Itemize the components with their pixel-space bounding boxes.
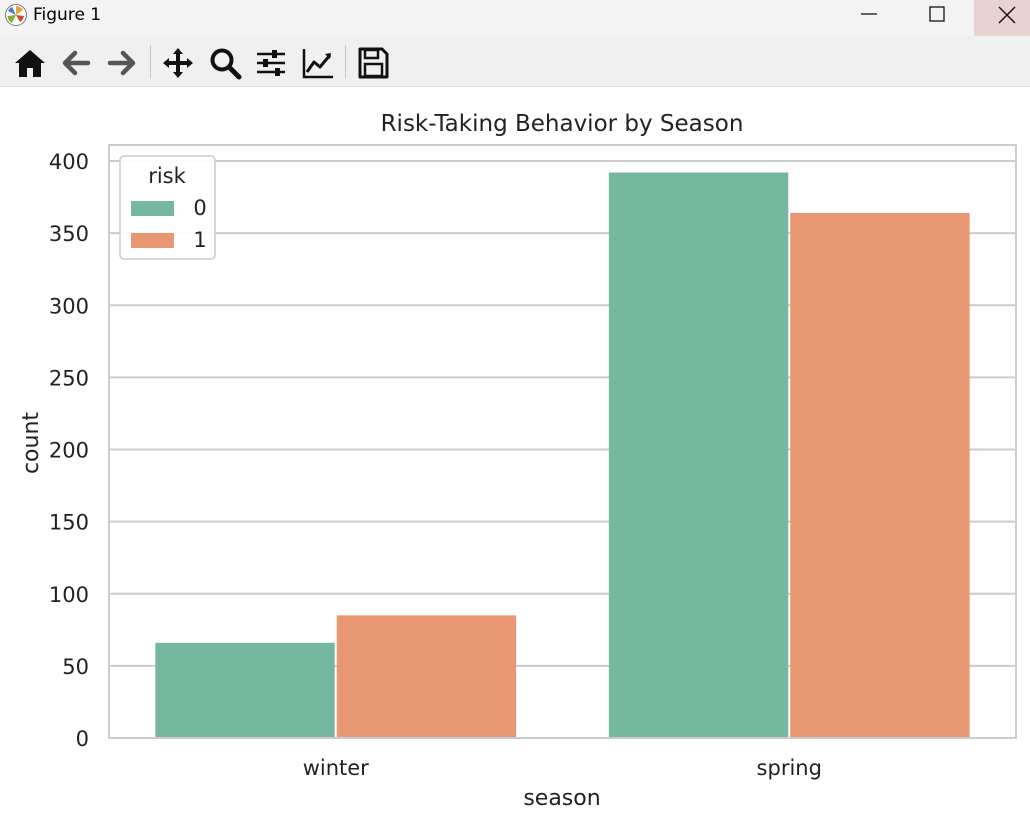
forward-button[interactable] [104, 45, 140, 81]
minimize-icon [861, 13, 877, 15]
bar-chart: 0 50 100 150 200 250 300 350 400 winter spring Ri… [19, 111, 1017, 811]
home-button[interactable] [12, 45, 48, 81]
y-tick-label: 200 [49, 439, 89, 463]
back-button[interactable] [58, 45, 94, 81]
y-tick-label: 0 [76, 727, 89, 751]
legend: risk 0 1 [119, 155, 216, 260]
y-tick-label: 50 [62, 655, 89, 679]
window-title: Figure 1 [33, 5, 102, 25]
bar-winter-risk-0 [155, 642, 335, 738]
legend-title: risk [148, 164, 186, 188]
legend-label-0: 0 [193, 196, 206, 220]
bar-winter-risk-1 [336, 615, 517, 738]
configure-subplots-button[interactable] [253, 45, 289, 81]
y-tick-label: 350 [49, 222, 89, 246]
configure-subplots-icon [257, 50, 285, 76]
y-tick-label: 150 [49, 511, 89, 535]
zoom-icon [210, 48, 242, 80]
bar-spring-risk-0 [608, 172, 789, 738]
close-icon [998, 6, 1016, 24]
save-icon [358, 47, 389, 79]
legend-label-1: 1 [193, 228, 206, 252]
y-tick-label: 300 [49, 294, 89, 318]
toolbar-separator [345, 45, 346, 79]
plot-area: 0 50 100 150 200 250 300 350 400 winter spring Ri… [0, 87, 1030, 819]
y-tick-label: 100 [49, 583, 89, 607]
edit-axis-button[interactable] [300, 45, 336, 81]
toolbar-separator [150, 45, 151, 79]
x-tick-label: winter [303, 756, 369, 780]
minimize-button[interactable] [838, 0, 900, 36]
close-button[interactable] [974, 0, 1030, 36]
y-tick-label: 400 [49, 150, 89, 174]
x-axis-label: season [523, 786, 600, 811]
maximize-icon [929, 6, 945, 22]
edit-axis-icon [302, 49, 333, 79]
x-tick-label: spring [757, 756, 822, 780]
bar-spring-risk-1 [790, 212, 970, 738]
matplotlib-logo-icon [5, 4, 27, 26]
title-bar: Figure 1 [0, 0, 1030, 36]
chart-title: Risk-Taking Behavior by Season [381, 111, 744, 137]
forward-icon [107, 50, 136, 76]
legend-swatch-1 [131, 233, 174, 248]
legend-swatch-0 [131, 201, 174, 216]
y-axis-label: count [19, 412, 44, 474]
y-tick-label: 250 [49, 366, 89, 390]
zoom-button[interactable] [207, 45, 243, 81]
back-icon [62, 50, 91, 76]
save-button[interactable] [355, 45, 391, 81]
pan-button[interactable] [160, 45, 196, 81]
maximize-button[interactable] [906, 0, 968, 36]
home-icon [15, 50, 45, 77]
pan-icon [163, 48, 193, 78]
navigation-toolbar [0, 36, 1030, 87]
